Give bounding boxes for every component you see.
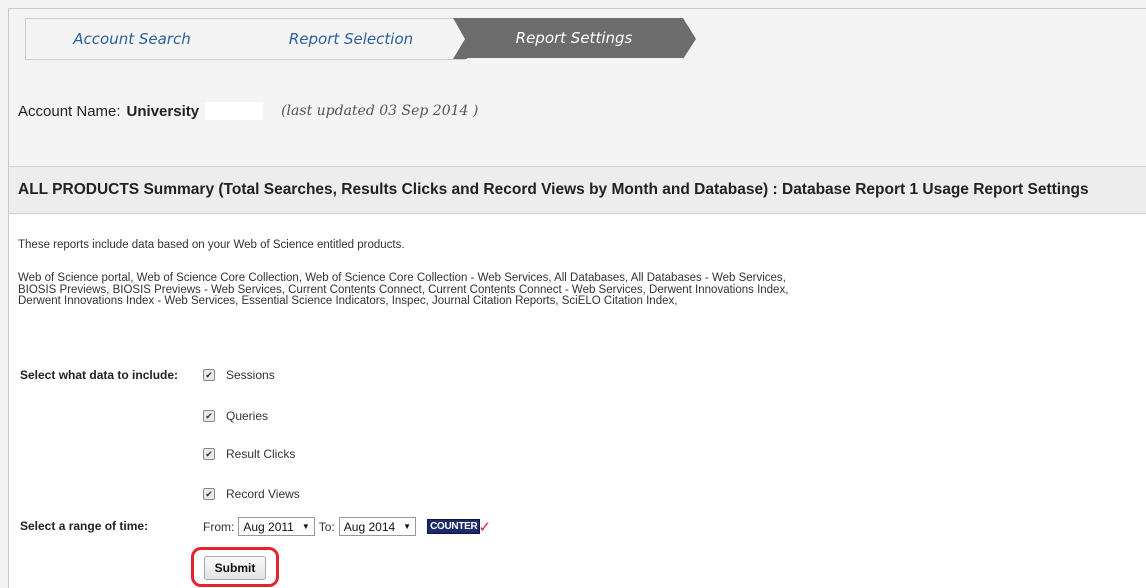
to-month-select[interactable]: Aug 2014 ▼ [338,517,417,536]
queries-checkbox[interactable]: ✔ [203,410,215,422]
record-views-label: Record Views [226,487,300,501]
account-name-label: Account Name: [18,102,121,120]
result-clicks-label: Result Clicks [226,447,296,461]
sessions-label: Sessions [226,368,275,382]
record-views-checkbox[interactable]: ✔ [203,488,215,500]
step-report-selection[interactable]: Report Selection [237,18,465,60]
dropdown-arrow-icon: ▼ [403,522,412,531]
redacted-area [205,102,264,120]
from-month-select[interactable]: Aug 2011 ▼ [238,517,315,536]
from-label: From: [203,519,235,534]
include-data-label: Select what data to include: [20,368,179,382]
step-arrow-icon [683,18,696,59]
to-label: To: [318,519,335,534]
result-clicks-checkbox[interactable]: ✔ [203,448,215,460]
sessions-checkbox[interactable]: ✔ [203,369,215,381]
product-list-line: Web of Science portal, Web of Science Co… [18,272,786,284]
option-result-clicks[interactable]: ✔ Result Clicks [203,447,295,461]
intro-text: These reports include data based on your… [18,239,405,251]
time-range-label: Select a range of time: [20,519,149,533]
option-record-views[interactable]: ✔ Record Views [203,487,300,501]
report-section-title: ALL PRODUCTS Summary (Total Searches, Re… [9,166,1146,214]
option-sessions[interactable]: ✔ Sessions [203,368,275,382]
option-queries[interactable]: ✔ Queries [203,409,268,423]
submit-button[interactable]: Submit [204,556,266,580]
queries-label: Queries [226,409,269,423]
checkmark-icon: ✓ [478,518,492,536]
step-report-settings: Report Settings [465,18,683,58]
report-settings-page: Account Search Report Selection Report S… [8,8,1146,588]
last-updated: (last updated 03 Sep 2014 ) [281,103,479,119]
account-name-value: University [126,102,200,120]
dropdown-arrow-icon: ▼ [301,522,310,531]
product-list-line: Derwent Innovations Index - Web Services… [18,295,678,307]
time-range-controls: From: Aug 2011 ▼ To: Aug 2014 ▼ COUNTER … [203,517,491,536]
product-list: Web of Science portal, Web of Science Co… [18,272,888,308]
report-settings-form: These reports include data based on your… [9,215,1146,588]
submit-highlight: Submit [191,547,279,587]
counter-compliant-badge: COUNTER [427,519,481,534]
wizard-steps: Account Search Report Selection Report S… [19,18,719,60]
step-account-search[interactable]: Account Search [25,18,238,60]
account-info: Account Name: University (last updated 0… [18,93,478,129]
